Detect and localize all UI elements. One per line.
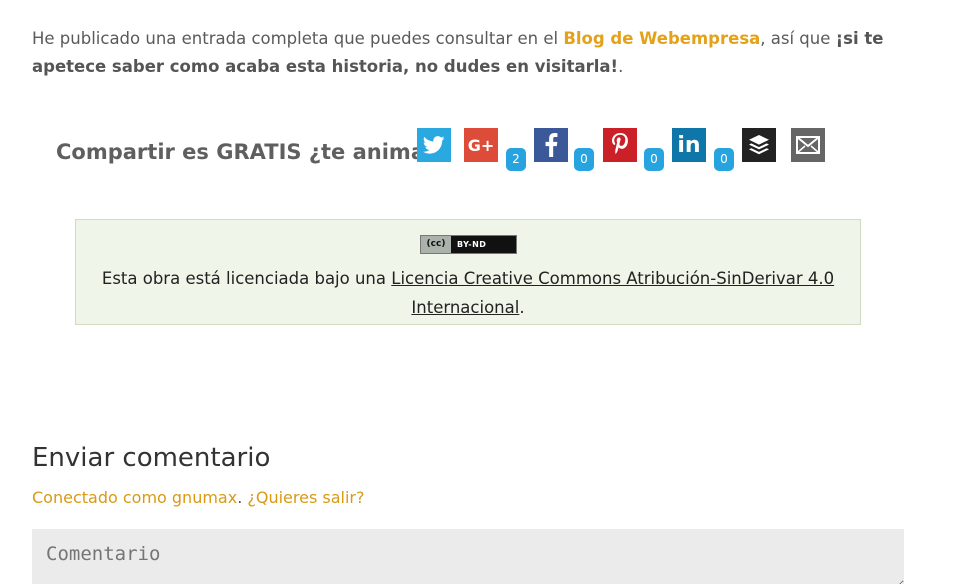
intro-suffix: . bbox=[618, 57, 624, 76]
intro-paragraph: He publicado una entrada completa que pu… bbox=[32, 25, 912, 81]
linkedin-count: 0 bbox=[714, 148, 734, 171]
buffer-icon bbox=[749, 135, 769, 155]
twitter-icon bbox=[423, 136, 445, 154]
share-title: Compartir es GRATIS ¿te animas? bbox=[56, 140, 450, 164]
share-bar: Compartir es GRATIS ¿te animas? G+ 2 0 0… bbox=[56, 128, 856, 176]
comment-textarea[interactable] bbox=[32, 529, 904, 584]
license-box: (cc) BY-ND Esta obra está licenciada baj… bbox=[75, 219, 861, 325]
cc-license-badge[interactable]: (cc) BY-ND bbox=[420, 235, 517, 254]
pinterest-share-button[interactable] bbox=[603, 128, 637, 162]
license-text: Esta obra está licenciada bajo una Licen… bbox=[96, 264, 840, 322]
email-share-button[interactable] bbox=[791, 128, 825, 162]
license-prefix: Esta obra está licenciada bajo una bbox=[101, 269, 392, 288]
logout-link[interactable]: ¿Quieres salir? bbox=[247, 488, 364, 507]
google-plus-count: 2 bbox=[506, 148, 526, 171]
license-link[interactable]: Licencia Creative Commons Atribución-Sin… bbox=[391, 269, 834, 317]
intro-middle: , así que bbox=[760, 29, 836, 48]
intro-prefix: He publicado una entrada completa que pu… bbox=[32, 29, 564, 48]
linkedin-icon: in bbox=[677, 132, 701, 158]
linkedin-share-button[interactable]: in bbox=[672, 128, 706, 162]
envelope-icon bbox=[796, 136, 820, 154]
google-plus-icon: G+ bbox=[467, 135, 495, 155]
pinterest-icon bbox=[612, 133, 628, 154]
facebook-count: 0 bbox=[574, 148, 594, 171]
google-plus-share-button[interactable]: G+ bbox=[464, 128, 498, 162]
facebook-icon bbox=[545, 133, 558, 157]
buffer-share-button[interactable] bbox=[742, 128, 776, 162]
facebook-share-button[interactable] bbox=[534, 128, 568, 162]
comment-section-title: Enviar comentario bbox=[32, 443, 271, 473]
license-suffix: . bbox=[519, 298, 525, 317]
cc-badge-text: BY-ND bbox=[457, 240, 487, 249]
blog-link[interactable]: Blog de Webempresa bbox=[563, 29, 760, 48]
logged-in-line: Conectado como gnumax. ¿Quieres salir? bbox=[32, 488, 364, 507]
logged-separator: . bbox=[237, 488, 248, 507]
twitter-share-button[interactable] bbox=[417, 128, 451, 162]
cc-logo-icon: (cc) bbox=[421, 236, 451, 253]
profile-link[interactable]: Conectado como gnumax bbox=[32, 488, 237, 507]
pinterest-count: 0 bbox=[644, 148, 664, 171]
